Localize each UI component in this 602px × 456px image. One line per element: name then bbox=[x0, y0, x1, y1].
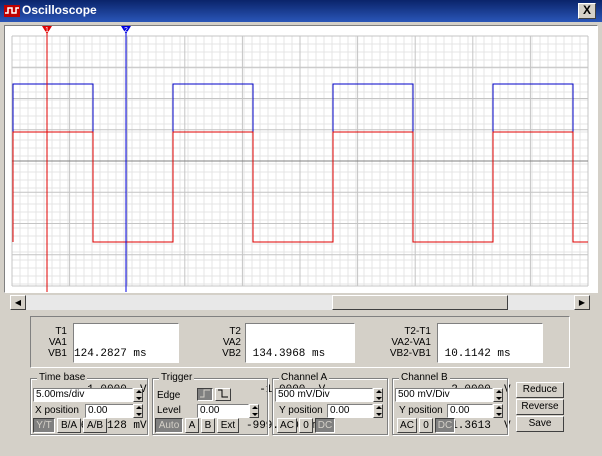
trigger-group: Trigger Edge Level 0.00 Auto A B Ext bbox=[152, 372, 268, 435]
rising-edge-icon bbox=[200, 389, 210, 398]
channel-b-scale-spinner[interactable] bbox=[493, 388, 503, 402]
cursor-readout-panel: T1 VA1 VB1 124.2827 ms 1.0000 V 361.4128… bbox=[30, 316, 570, 432]
edge-label: Edge bbox=[157, 390, 181, 401]
channel-a-ypos-spinner[interactable] bbox=[373, 404, 383, 418]
trigger-title: Trigger bbox=[159, 372, 195, 383]
readout-value-t2: 134.3968 ms bbox=[246, 348, 326, 360]
scroll-thumb[interactable] bbox=[332, 295, 508, 310]
channel-a-zero-button[interactable]: 0 bbox=[299, 418, 313, 433]
readout-value-t1: 124.2827 ms bbox=[74, 348, 147, 360]
cursor-t1-label: 1 bbox=[45, 27, 49, 34]
readout-label-va2-va1: VA2-VA1 bbox=[391, 337, 431, 348]
timebase-spinner[interactable] bbox=[133, 388, 143, 402]
channel-a-ac-button[interactable]: AC bbox=[277, 418, 297, 433]
channel-a-title: Channel A bbox=[279, 372, 330, 383]
reverse-button[interactable]: Reverse bbox=[516, 399, 564, 415]
timebase-group: Time base 5.00ms/div X position 0.00 Y/T… bbox=[30, 372, 148, 435]
readout-value-t2-t1: 10.1142 ms bbox=[438, 348, 511, 360]
channel-b-title: Channel B bbox=[399, 372, 450, 383]
falling-edge-icon bbox=[218, 389, 228, 398]
readout-label-vb2: VB2 bbox=[222, 348, 241, 359]
channel-a-group: Channel A 500 mV/Div Y position 0.00 AC … bbox=[272, 372, 388, 435]
level-label: Level bbox=[157, 405, 181, 416]
trigger-ext-button[interactable]: Ext bbox=[217, 418, 239, 433]
channel-b-group: Channel B 500 mV/Div Y position 0.00 AC … bbox=[392, 372, 508, 435]
channel-b-ypos-spinner[interactable] bbox=[493, 404, 503, 418]
scope-graph: 12 bbox=[11, 26, 589, 292]
channel-b-ypos-label: Y position bbox=[399, 405, 443, 416]
save-button[interactable]: Save bbox=[516, 416, 564, 432]
trigger-auto-button[interactable]: Auto bbox=[155, 418, 183, 433]
channel-a-dc-button[interactable]: DC bbox=[315, 418, 335, 433]
diff-readout-box: 10.1142 ms -2.0000 V -1.3613 V bbox=[437, 323, 543, 432]
t1-readout-box: 124.2827 ms 1.0000 V 361.4128 mV bbox=[73, 323, 179, 432]
channel-b-scale-field[interactable]: 500 mV/Div bbox=[395, 388, 493, 402]
title-bar: Oscilloscope X bbox=[0, 0, 602, 22]
channel-a-ypos-field[interactable]: 0.00 bbox=[327, 404, 373, 418]
oscilloscope-app-icon bbox=[4, 5, 20, 17]
xposition-field[interactable]: 0.00 bbox=[85, 404, 135, 418]
readout-label-t1: T1 bbox=[55, 326, 67, 337]
readout-label-t2-t1: T2-T1 bbox=[404, 326, 431, 337]
trigger-level-spinner[interactable] bbox=[249, 404, 259, 418]
mode-ab-button[interactable]: A/B bbox=[83, 418, 107, 433]
channel-b-ypos-field[interactable]: 0.00 bbox=[447, 404, 493, 418]
readout-label-va1: VA1 bbox=[48, 337, 67, 348]
scope-display: 12 bbox=[4, 25, 598, 293]
scroll-left-button[interactable]: ◀ bbox=[10, 295, 26, 310]
reduce-button[interactable]: Reduce bbox=[516, 382, 564, 398]
readout-label-va2: VA2 bbox=[222, 337, 241, 348]
readout-label-t2: T2 bbox=[229, 326, 241, 337]
channel-b-dc-button[interactable]: DC bbox=[435, 418, 455, 433]
falling-edge-button[interactable] bbox=[215, 388, 231, 401]
t2-readout-box: 134.3968 ms -1.0000 V -999.8408 mV bbox=[245, 323, 355, 432]
channel-a-ypos-label: Y position bbox=[279, 405, 323, 416]
channel-a-scale-field[interactable]: 500 mV/Div bbox=[275, 388, 373, 402]
timebase-scale-field[interactable]: 5.00ms/div bbox=[33, 388, 133, 402]
xposition-spinner[interactable] bbox=[133, 404, 143, 418]
mode-ba-button[interactable]: B/A bbox=[57, 418, 81, 433]
window-title: Oscilloscope bbox=[22, 3, 97, 17]
channel-b-zero-button[interactable]: 0 bbox=[419, 418, 433, 433]
xposition-label: X position bbox=[35, 405, 79, 416]
scroll-right-button[interactable]: ▶ bbox=[574, 295, 590, 310]
close-button[interactable]: X bbox=[578, 3, 596, 19]
trigger-a-button[interactable]: A bbox=[185, 418, 199, 433]
trigger-b-button[interactable]: B bbox=[201, 418, 215, 433]
rising-edge-button[interactable] bbox=[197, 388, 213, 401]
channel-a-scale-spinner[interactable] bbox=[373, 388, 383, 402]
channel-b-ac-button[interactable]: AC bbox=[397, 418, 417, 433]
timebase-title: Time base bbox=[37, 372, 88, 383]
trigger-level-field[interactable]: 0.00 bbox=[197, 404, 249, 418]
readout-label-vb2-vb1: VB2-VB1 bbox=[389, 348, 431, 359]
horizontal-scrollbar[interactable]: ◀ ▶ bbox=[10, 295, 590, 310]
mode-yt-button[interactable]: Y/T bbox=[33, 418, 55, 433]
cursor-t2-label: 2 bbox=[124, 27, 128, 34]
readout-label-vb1: VB1 bbox=[48, 348, 67, 359]
